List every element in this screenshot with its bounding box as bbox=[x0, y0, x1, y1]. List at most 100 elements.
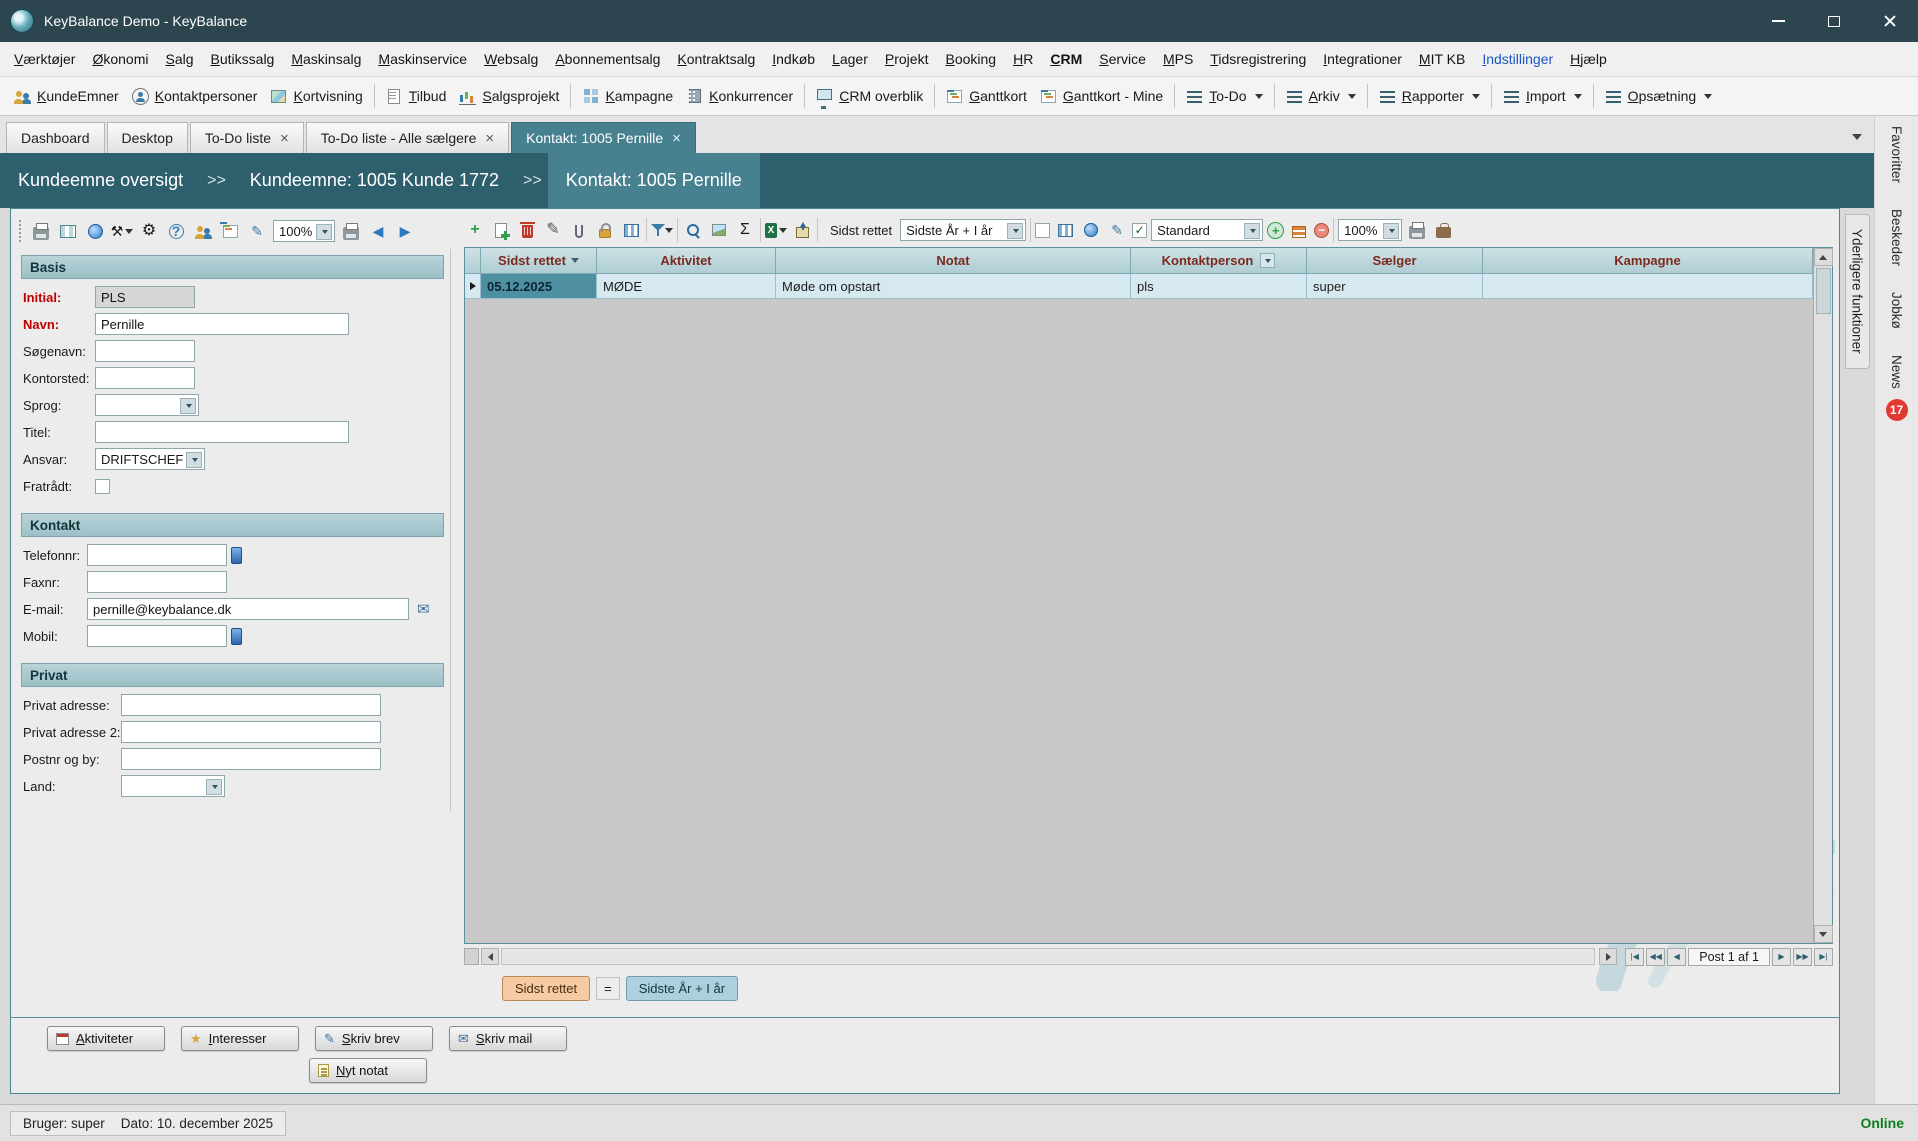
column-header-sidst-rettet[interactable]: Sidst rettet bbox=[481, 248, 597, 274]
menu-crm[interactable]: CRM bbox=[1050, 51, 1082, 67]
cell-sidst-rettet[interactable]: 05.12.2025 bbox=[481, 274, 597, 299]
next-record-button[interactable]: ▶ bbox=[1772, 948, 1791, 966]
form-zoom-select[interactable]: 100% bbox=[273, 220, 335, 242]
add-view-icon[interactable]: + bbox=[1267, 222, 1284, 239]
menu-integrationer[interactable]: Integrationer bbox=[1323, 51, 1402, 67]
next-record-icon[interactable]: ▶ bbox=[394, 220, 416, 242]
edit-note-icon[interactable]: ✎ bbox=[246, 220, 268, 242]
print-preview-icon[interactable] bbox=[340, 220, 362, 242]
rail-item-favoritter[interactable]: Favoritter bbox=[1889, 126, 1904, 183]
close-icon[interactable]: × bbox=[672, 131, 681, 146]
privat-adresse2-field[interactable] bbox=[121, 721, 381, 743]
column-header-kontaktperson[interactable]: Kontaktperson bbox=[1131, 248, 1307, 274]
sprog-select[interactable] bbox=[95, 394, 199, 416]
previous-record-icon[interactable]: ◀ bbox=[367, 220, 389, 242]
layers-icon[interactable] bbox=[1288, 219, 1310, 241]
rail-item-news[interactable]: News bbox=[1889, 355, 1904, 389]
scrollbar-thumb[interactable] bbox=[1816, 268, 1831, 314]
column-header-notat[interactable]: Notat bbox=[776, 248, 1131, 274]
vertical-scrollbar[interactable] bbox=[1813, 248, 1832, 943]
menu-butikssalg[interactable]: Butikssalg bbox=[211, 51, 275, 67]
menu-abonnementsalg[interactable]: Abonnementsalg bbox=[555, 51, 660, 67]
sogenavn-field[interactable] bbox=[95, 340, 195, 362]
tab-kontakt-1005-pernille[interactable]: Kontakt: 1005 Pernille × bbox=[511, 122, 696, 153]
email-field[interactable] bbox=[87, 598, 409, 620]
ribbon-button-kampagne[interactable]: Kampagne bbox=[580, 85, 675, 108]
navn-field[interactable] bbox=[95, 313, 349, 335]
aktiviteter-button[interactable]: Aktiviteter bbox=[47, 1026, 165, 1051]
option-checkbox-checked[interactable]: ✓ bbox=[1132, 223, 1147, 238]
remove-view-icon[interactable]: − bbox=[1314, 223, 1329, 238]
columns-icon[interactable] bbox=[620, 219, 642, 241]
edit-record-icon[interactable]: ✎ bbox=[542, 219, 564, 241]
telefonnr-field[interactable] bbox=[87, 544, 227, 566]
attachment-icon[interactable] bbox=[568, 219, 590, 241]
menu-hr[interactable]: HR bbox=[1013, 51, 1033, 67]
contact-card-icon[interactable] bbox=[219, 220, 241, 242]
postnr-og-by-field[interactable] bbox=[121, 748, 381, 770]
briefcase-icon[interactable] bbox=[1432, 219, 1454, 241]
first-record-button[interactable]: |◀ bbox=[1625, 948, 1644, 966]
extra-functions-tab[interactable]: Yderligere funktioner bbox=[1845, 214, 1870, 369]
breadcrumb-item-kundeemne-oversigt[interactable]: Kundeemne oversigt bbox=[0, 153, 201, 208]
previous-record-button[interactable]: ◀ bbox=[1667, 948, 1686, 966]
columns-layout-icon[interactable] bbox=[1054, 219, 1076, 241]
kontorsted-field[interactable] bbox=[95, 367, 195, 389]
option-checkbox-unchecked[interactable] bbox=[1035, 223, 1050, 238]
table-row[interactable]: 05.12.2025 MØDE Møde om opstart pls supe… bbox=[465, 274, 1813, 299]
sum-icon[interactable]: Σ bbox=[734, 219, 756, 241]
envelope-icon[interactable]: ✉ bbox=[417, 600, 430, 618]
ribbon-dropdown-todo[interactable]: To-Do bbox=[1184, 85, 1264, 108]
menu-salg[interactable]: Salg bbox=[166, 51, 194, 67]
ribbon-button-salgsprojekt[interactable]: Salgsprojekt bbox=[457, 85, 561, 108]
menu-lager[interactable]: Lager bbox=[832, 51, 868, 67]
ribbon-button-konkurrencer[interactable]: Konkurrencer bbox=[684, 85, 795, 108]
cell-saelger[interactable]: super bbox=[1307, 274, 1483, 299]
tab-overflow-button[interactable] bbox=[1846, 127, 1868, 147]
scroll-up-icon[interactable] bbox=[1814, 248, 1833, 266]
close-button[interactable] bbox=[1862, 0, 1918, 42]
interesser-button[interactable]: ★ Interesser bbox=[181, 1026, 299, 1051]
filter-operator[interactable]: = bbox=[596, 977, 620, 1000]
cell-aktivitet[interactable]: MØDE bbox=[597, 274, 776, 299]
skriv-mail-button[interactable]: ✉ Skriv mail bbox=[449, 1026, 567, 1051]
cell-kontaktperson[interactable]: pls bbox=[1131, 274, 1307, 299]
menu-websalg[interactable]: Websalg bbox=[484, 51, 538, 67]
column-header-saelger[interactable]: Sælger bbox=[1307, 248, 1483, 274]
image-icon[interactable] bbox=[708, 219, 730, 241]
menu-mps[interactable]: MPS bbox=[1163, 51, 1193, 67]
date-range-select[interactable]: Sidste År + I år bbox=[900, 219, 1026, 241]
print-icon[interactable] bbox=[30, 220, 52, 242]
fast-previous-button[interactable]: ◀◀ bbox=[1646, 948, 1665, 966]
minimize-button[interactable] bbox=[1750, 0, 1806, 42]
tools-icon[interactable]: ⚒ bbox=[111, 220, 133, 242]
menu-indstillinger[interactable]: Indstillinger bbox=[1482, 51, 1553, 67]
horizontal-scrollbar[interactable] bbox=[501, 948, 1595, 965]
menu-okonomi[interactable]: Økonomi bbox=[92, 51, 148, 67]
search-icon[interactable] bbox=[682, 219, 704, 241]
print-grid-icon[interactable] bbox=[1406, 219, 1428, 241]
toolbar-grip[interactable] bbox=[19, 220, 23, 242]
menu-maskinservice[interactable]: Maskinservice bbox=[378, 51, 467, 67]
breadcrumb-item-kontakt-1005-pernille[interactable]: Kontakt: 1005 Pernille bbox=[548, 153, 760, 208]
ribbon-dropdown-rapporter[interactable]: Rapporter bbox=[1377, 85, 1482, 108]
nyt-notat-button[interactable]: Nyt notat bbox=[309, 1058, 427, 1083]
filter-field-chip[interactable]: Sidst rettet bbox=[502, 976, 590, 1001]
delete-record-icon[interactable] bbox=[516, 219, 538, 241]
export-icon[interactable] bbox=[791, 219, 813, 241]
history-clock-icon[interactable] bbox=[1080, 219, 1102, 241]
menu-service[interactable]: Service bbox=[1099, 51, 1146, 67]
menu-tidsregistrering[interactable]: Tidsregistrering bbox=[1210, 51, 1306, 67]
edit-view-icon[interactable]: ✎ bbox=[1106, 219, 1128, 241]
column-header-aktivitet[interactable]: Aktivitet bbox=[597, 248, 776, 274]
privat-adresse-field[interactable] bbox=[121, 694, 381, 716]
land-select[interactable] bbox=[121, 775, 225, 797]
menu-maskinsalg[interactable]: Maskinsalg bbox=[291, 51, 361, 67]
user-permissions-icon[interactable] bbox=[192, 220, 214, 242]
tab-desktop[interactable]: Desktop bbox=[107, 122, 188, 153]
initial-field[interactable] bbox=[95, 286, 195, 308]
menu-booking[interactable]: Booking bbox=[945, 51, 996, 67]
help-icon[interactable]: ? bbox=[165, 220, 187, 242]
ribbon-dropdown-opsaetning[interactable]: Opsætning bbox=[1603, 85, 1714, 108]
filter-dropdown-icon[interactable] bbox=[1260, 253, 1275, 268]
